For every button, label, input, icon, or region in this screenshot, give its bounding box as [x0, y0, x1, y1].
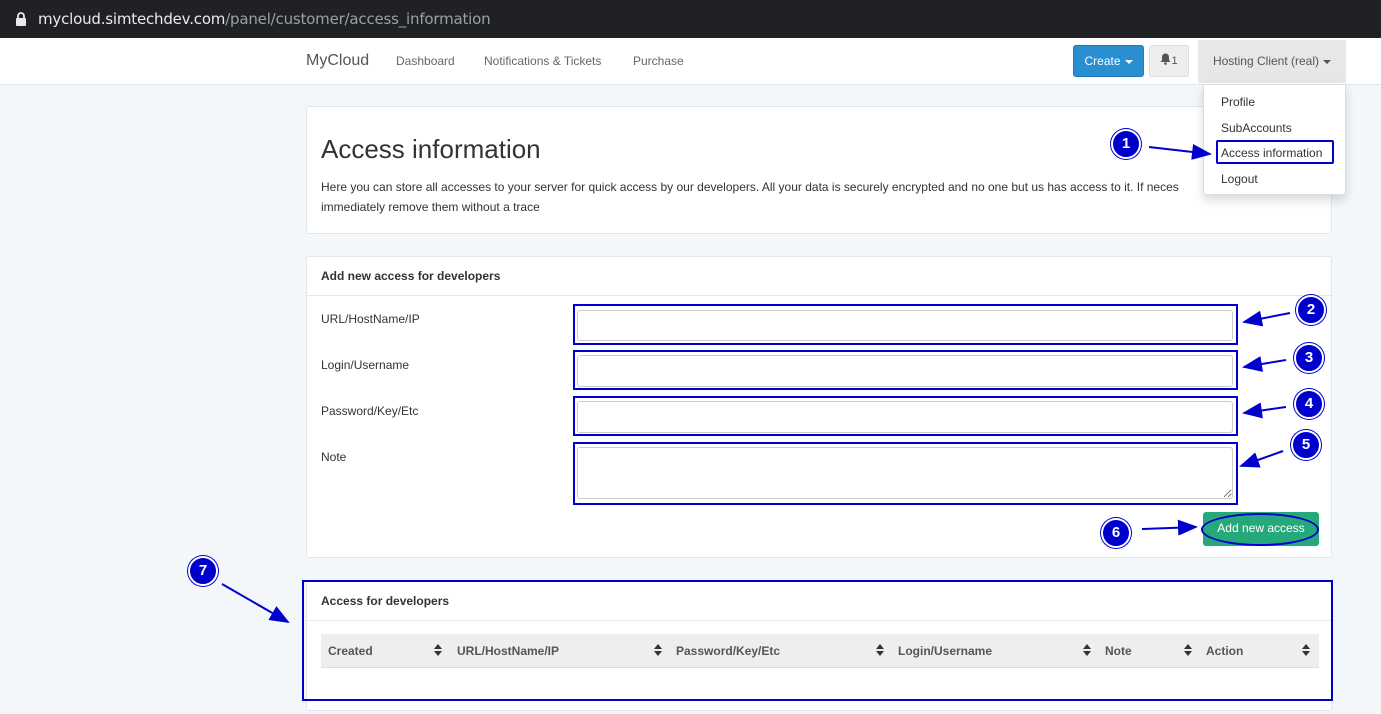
arrow-6	[1141, 519, 1198, 536]
annotation-arrows	[221, 144, 1291, 623]
annotation-marker-1: 1	[1111, 129, 1141, 159]
arrow-4	[1242, 402, 1287, 419]
arrow-3	[1242, 356, 1287, 372]
arrow-1	[1148, 144, 1212, 160]
annotation-marker-3: 3	[1294, 343, 1324, 373]
annotation-marker-5: 5	[1291, 430, 1321, 460]
annotation-marker-6: 6	[1101, 518, 1131, 548]
annotation-marker-7: 7	[188, 556, 218, 586]
annotation-marker-4: 4	[1294, 389, 1324, 419]
arrow-2	[1242, 310, 1291, 327]
arrow-7	[221, 583, 290, 623]
annotation-marker-2: 2	[1296, 295, 1326, 325]
arrow-5	[1239, 450, 1284, 468]
